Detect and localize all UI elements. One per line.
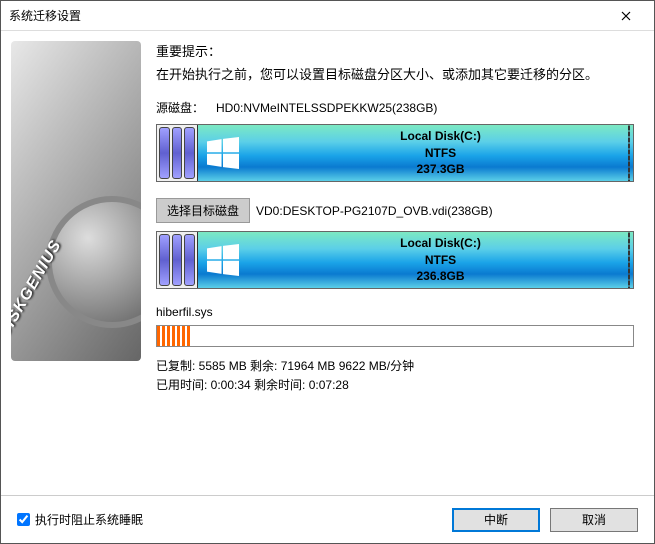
target-part-name: Local Disk(C:) <box>248 235 633 252</box>
windows-icon <box>198 125 248 181</box>
target-diskbar[interactable]: Local Disk(C:) NTFS 236.8GB <box>156 231 634 289</box>
target-part-size: 236.8GB <box>248 268 633 285</box>
progress-stats: 已复制: 5585 MB 剩余: 71964 MB 9622 MB/分钟 已用时… <box>156 357 634 395</box>
source-part-name: Local Disk(C:) <box>248 128 633 145</box>
brand-image: DISKGENIUS <box>11 41 141 361</box>
progress-bar <box>156 325 634 347</box>
stats-line1: 已复制: 5585 MB 剩余: 71964 MB 9622 MB/分钟 <box>156 357 634 376</box>
footer: 执行时阻止系统睡眠 中断 取消 <box>1 495 654 543</box>
source-partition[interactable]: Local Disk(C:) NTFS 237.3GB <box>197 125 633 181</box>
prevent-sleep-input[interactable] <box>17 513 30 526</box>
prevent-sleep-label: 执行时阻止系统睡眠 <box>35 511 143 528</box>
content-area: DISKGENIUS 重要提示： 在开始执行之前，您可以设置目标磁盘分区大小、或… <box>1 31 654 495</box>
titlebar: 系统迁移设置 <box>1 1 654 31</box>
close-icon <box>621 11 631 21</box>
sidebar: DISKGENIUS <box>1 31 156 495</box>
window-title: 系统迁移设置 <box>9 7 606 24</box>
reserved-partitions <box>157 125 197 181</box>
source-disk-label: 源磁盘： <box>156 99 216 116</box>
progress-fill <box>157 326 190 346</box>
cancel-button[interactable]: 取消 <box>550 508 638 532</box>
windows-icon <box>198 232 248 288</box>
hint-text: 在开始执行之前，您可以设置目标磁盘分区大小、或添加其它要迁移的分区。 <box>156 64 634 83</box>
source-disk-row: 源磁盘： HD0:NVMeINTELSSDPEKKW25(238GB) <box>156 99 634 116</box>
hint-title: 重要提示： <box>156 41 634 60</box>
target-partition-text: Local Disk(C:) NTFS 236.8GB <box>248 235 633 285</box>
select-target-button[interactable]: 选择目标磁盘 <box>156 198 250 223</box>
target-disk-value: VD0:DESKTOP-PG2107D_OVB.vdi(238GB) <box>256 204 493 218</box>
stats-line2: 已用时间: 0:00:34 剩余时间: 0:07:28 <box>156 376 634 395</box>
source-partition-text: Local Disk(C:) NTFS 237.3GB <box>248 128 633 178</box>
brand-label: DISKGENIUS <box>11 237 66 341</box>
target-part-fs: NTFS <box>248 252 633 269</box>
reserved-partitions <box>157 232 197 288</box>
abort-button[interactable]: 中断 <box>452 508 540 532</box>
close-button[interactable] <box>606 2 646 30</box>
target-partition[interactable]: Local Disk(C:) NTFS 236.8GB <box>197 232 633 288</box>
source-diskbar[interactable]: Local Disk(C:) NTFS 237.3GB <box>156 124 634 182</box>
main-panel: 重要提示： 在开始执行之前，您可以设置目标磁盘分区大小、或添加其它要迁移的分区。… <box>156 31 654 495</box>
source-part-size: 237.3GB <box>248 161 633 178</box>
prevent-sleep-checkbox[interactable]: 执行时阻止系统睡眠 <box>17 511 143 528</box>
target-disk-row: 选择目标磁盘 VD0:DESKTOP-PG2107D_OVB.vdi(238GB… <box>156 198 634 223</box>
source-disk-value: HD0:NVMeINTELSSDPEKKW25(238GB) <box>216 101 437 115</box>
source-part-fs: NTFS <box>248 145 633 162</box>
current-file: hiberfil.sys <box>156 305 634 319</box>
